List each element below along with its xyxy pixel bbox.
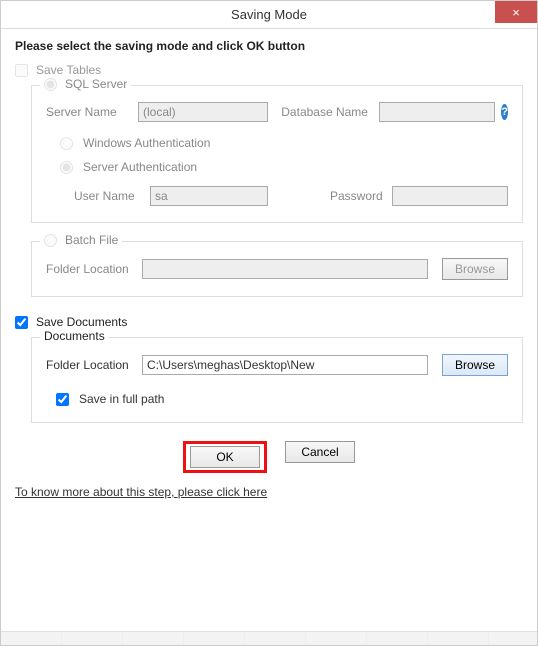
help-link-row: To know more about this step, please cli… <box>15 485 523 499</box>
ok-highlight: OK <box>183 441 267 473</box>
password-label: Password <box>330 189 386 203</box>
save-tables-row: Save Tables <box>15 63 523 77</box>
close-icon: × <box>512 6 520 19</box>
documents-browse-button[interactable]: Browse <box>442 354 508 376</box>
save-full-path-label: Save in full path <box>79 392 164 406</box>
save-documents-label: Save Documents <box>36 315 127 329</box>
title-bar: Saving Mode × <box>1 1 537 29</box>
save-full-path-checkbox[interactable] <box>56 393 69 406</box>
help-link[interactable]: To know more about this step, please cli… <box>15 485 267 499</box>
sql-server-group: SQL Server Server Name Database Name ? W… <box>31 85 523 223</box>
documents-group: Documents Folder Location Browse Save in… <box>31 337 523 423</box>
server-name-input[interactable] <box>138 102 268 122</box>
ok-button[interactable]: OK <box>190 446 260 468</box>
help-icon[interactable]: ? <box>501 104 508 120</box>
instruction-text: Please select the saving mode and click … <box>15 39 523 53</box>
windows-auth-label: Windows Authentication <box>83 136 210 150</box>
windows-auth-radio[interactable] <box>60 137 73 150</box>
password-input[interactable] <box>392 186 508 206</box>
batch-file-legend-label: Batch File <box>65 233 118 247</box>
close-button[interactable]: × <box>495 1 537 23</box>
database-name-input[interactable] <box>379 102 495 122</box>
server-auth-label: Server Authentication <box>83 160 197 174</box>
server-auth-radio[interactable] <box>60 161 73 174</box>
save-tables-checkbox[interactable] <box>15 64 28 77</box>
server-name-label: Server Name <box>46 105 132 119</box>
batch-file-radio[interactable] <box>44 234 57 247</box>
status-bar <box>1 631 537 645</box>
documents-folder-input[interactable] <box>142 355 428 375</box>
user-name-label: User Name <box>74 189 144 203</box>
batch-folder-input[interactable] <box>142 259 428 279</box>
window-title: Saving Mode <box>231 7 307 22</box>
documents-legend-label: Documents <box>44 329 105 343</box>
sql-server-radio[interactable] <box>44 78 57 91</box>
batch-folder-label: Folder Location <box>46 262 136 276</box>
database-name-label: Database Name <box>281 105 373 119</box>
batch-browse-button[interactable]: Browse <box>442 258 508 280</box>
save-documents-row: Save Documents <box>15 315 523 329</box>
button-row: OK Cancel <box>15 441 523 473</box>
user-name-input[interactable] <box>150 186 268 206</box>
save-documents-checkbox[interactable] <box>15 316 28 329</box>
batch-file-group: Batch File Folder Location Browse <box>31 241 523 297</box>
save-tables-label: Save Tables <box>36 63 101 77</box>
cancel-button[interactable]: Cancel <box>285 441 355 463</box>
documents-folder-label: Folder Location <box>46 358 136 372</box>
sql-server-legend-label: SQL Server <box>65 77 127 91</box>
dialog-content: Please select the saving mode and click … <box>1 29 537 507</box>
